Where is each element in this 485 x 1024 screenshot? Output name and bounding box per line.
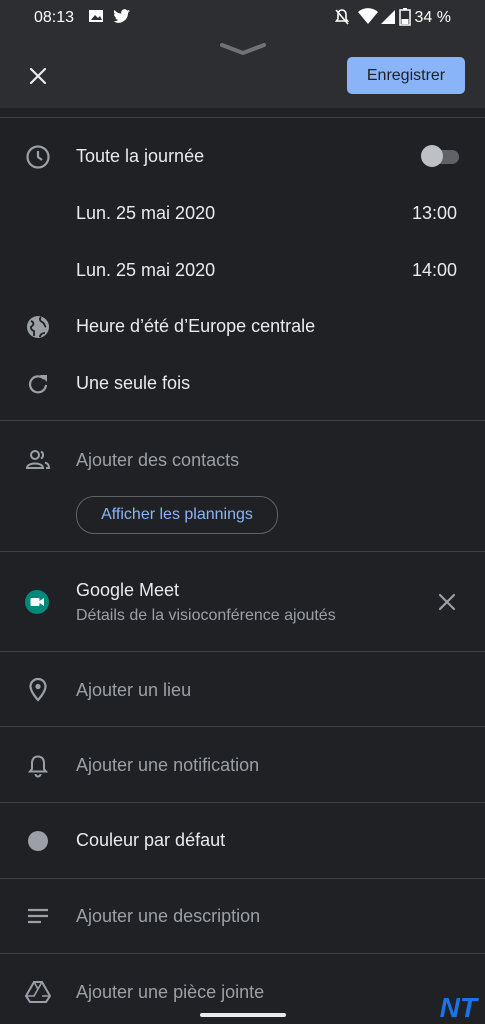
status-time: 08:13 <box>34 9 75 26</box>
add-notification-field[interactable]: Ajouter une notification <box>76 755 259 776</box>
notes-icon <box>28 908 48 924</box>
status-bar: 08:13 34 % <box>0 0 485 36</box>
color-dot-icon <box>28 831 48 851</box>
globe-icon <box>27 316 49 338</box>
cell-signal-icon <box>381 10 395 24</box>
divider <box>0 878 485 879</box>
add-location-field[interactable]: Ajouter un lieu <box>76 680 191 701</box>
start-time[interactable]: 13:00 <box>412 203 457 224</box>
view-schedules-button[interactable]: Afficher les plannings <box>76 496 278 534</box>
location-pin-icon <box>29 677 47 702</box>
all-day-label: Toute la journée <box>76 146 205 166</box>
divider <box>0 117 485 118</box>
timezone[interactable]: Heure d’été d’Europe centrale <box>76 316 315 337</box>
twitter-notification-icon <box>113 9 130 23</box>
divider <box>0 551 485 552</box>
meet-title: Google Meet <box>76 580 180 600</box>
bell-icon <box>27 755 49 778</box>
google-meet-icon <box>25 590 49 614</box>
end-date[interactable]: Lun. 25 mai 2020 <box>76 260 215 281</box>
editor-header: Enregistrer <box>0 36 485 108</box>
save-button[interactable]: Enregistrer <box>347 57 465 94</box>
add-attachment-field[interactable]: Ajouter une pièce jointe <box>76 982 264 1003</box>
meet-subtitle: Détails de la visioconférence ajoutés <box>76 607 336 624</box>
wifi-icon <box>358 8 378 24</box>
divider <box>0 651 485 652</box>
event-color[interactable]: Couleur par défaut <box>76 830 225 851</box>
divider <box>0 953 485 954</box>
close-icon[interactable] <box>26 64 50 88</box>
all-day-toggle[interactable] <box>421 144 461 168</box>
gesture-navigation-bar[interactable] <box>200 1013 286 1017</box>
clock-icon <box>26 145 50 169</box>
collapse-handle-icon[interactable] <box>220 42 266 56</box>
divider <box>0 726 485 727</box>
battery-icon <box>399 8 411 26</box>
add-description-field[interactable]: Ajouter une description <box>76 906 260 927</box>
repeat-icon <box>28 375 48 394</box>
google-drive-icon <box>25 981 51 1003</box>
image-notification-icon <box>89 10 103 22</box>
watermark-logo: NT <box>439 992 477 1023</box>
divider <box>0 802 485 803</box>
people-icon <box>25 450 51 469</box>
remove-meet-icon[interactable] <box>437 592 457 612</box>
notifications-off-icon <box>334 9 350 25</box>
battery-percentage: 34 % <box>414 9 451 26</box>
start-date[interactable]: Lun. 25 mai 2020 <box>76 203 215 224</box>
add-contacts-field[interactable]: Ajouter des contacts <box>76 450 239 471</box>
recurrence[interactable]: Une seule fois <box>76 373 190 394</box>
divider <box>0 420 485 421</box>
end-time[interactable]: 14:00 <box>412 260 457 281</box>
toggle-thumb <box>421 145 443 167</box>
